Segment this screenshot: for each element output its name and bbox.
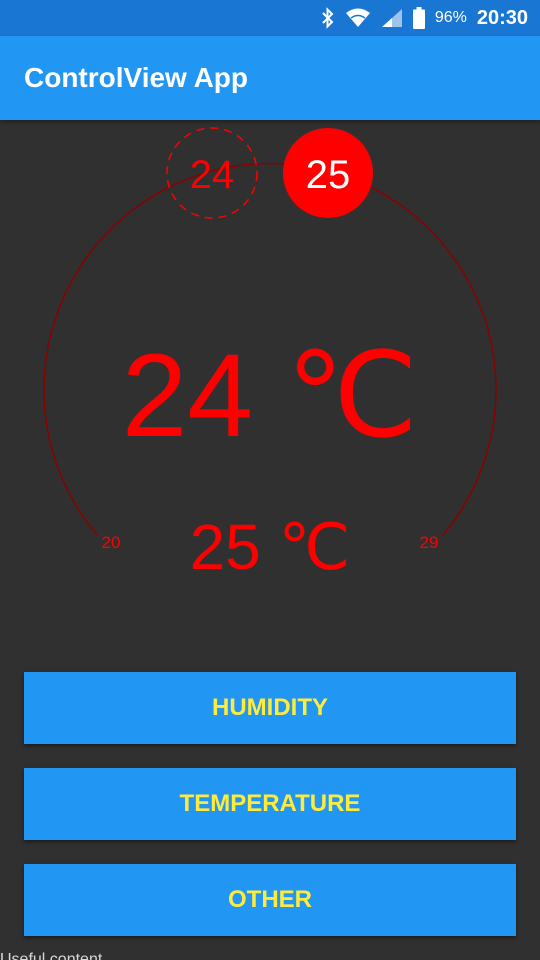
bluetooth-icon xyxy=(321,7,335,29)
signal-icon xyxy=(381,8,403,28)
footer-text: Useful content xyxy=(0,951,103,960)
dial-max-label: 29 xyxy=(420,533,439,552)
humidity-button[interactable]: HUMIDITY xyxy=(24,672,516,744)
status-bar: 96% 20:30 xyxy=(0,0,540,36)
dial-graphic[interactable]: 24 25 24 ℃ 25 ℃ 20 29 xyxy=(0,120,540,600)
current-temperature-value: 24 ℃ xyxy=(122,330,419,462)
battery-icon xyxy=(412,7,425,29)
app-bar: ControlView App xyxy=(0,36,540,120)
wifi-icon xyxy=(345,8,371,28)
status-icons: 96% 20:30 xyxy=(321,0,528,36)
temperature-dial[interactable]: 24 25 24 ℃ 25 ℃ 20 29 xyxy=(0,120,540,600)
other-button[interactable]: OTHER xyxy=(24,864,516,936)
battery-percent: 96% xyxy=(434,9,467,26)
clock: 20:30 xyxy=(476,6,528,29)
target-marker-label: 25 xyxy=(306,153,351,197)
current-marker-label: 24 xyxy=(190,153,235,197)
app-title: ControlView App xyxy=(24,62,248,93)
target-temperature-value: 25 ℃ xyxy=(190,511,351,583)
dial-min-label: 20 xyxy=(102,533,121,552)
temperature-button[interactable]: TEMPERATURE xyxy=(24,768,516,840)
